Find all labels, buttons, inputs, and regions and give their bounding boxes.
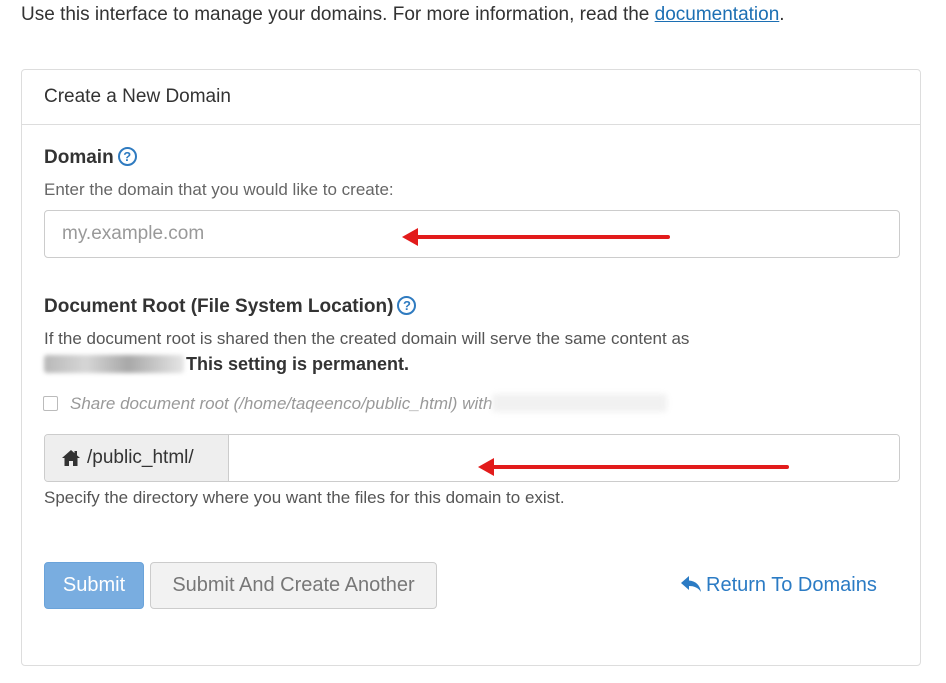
redacted-domain (44, 355, 184, 373)
document-root-input-group: /public_html/ (44, 434, 900, 482)
document-root-permanent-note: This setting is permanent. (44, 354, 409, 375)
domain-label-text: Domain (44, 147, 114, 168)
document-root-help-text: Specify the directory where you want the… (44, 488, 565, 507)
document-root-prefix: /public_html/ (45, 435, 229, 481)
document-root-label: Document Root (File System Location)? (44, 296, 417, 318)
document-root-input[interactable] (229, 435, 899, 481)
prefix-text: /public_html/ (87, 447, 194, 468)
help-icon[interactable]: ? (397, 296, 417, 315)
annotation-arrow (478, 458, 789, 476)
permanent-text: This setting is permanent. (186, 354, 410, 374)
domain-hint: Enter the domain that you would like to … (44, 180, 394, 199)
submit-and-create-another-button[interactable]: Submit And Create Another (150, 562, 437, 609)
return-link-text: Return To Domains (706, 574, 877, 596)
home-icon (62, 450, 80, 466)
submit-button[interactable]: Submit (44, 562, 144, 609)
reply-arrow-icon (681, 576, 701, 592)
intro-text: Use this interface to manage your domain… (21, 4, 785, 26)
domain-input[interactable] (44, 210, 900, 258)
intro-period: . (779, 4, 785, 25)
domain-label: Domain? (44, 147, 137, 169)
share-docroot-label: Share document root (/home/taqeenco/publ… (70, 394, 493, 413)
annotation-arrow (402, 228, 670, 246)
help-icon[interactable]: ? (117, 147, 137, 166)
return-to-domains-link[interactable]: Return To Domains (680, 574, 877, 597)
panel-heading: Create a New Domain (22, 70, 920, 125)
document-root-label-text: Document Root (File System Location) (44, 296, 394, 317)
share-docroot-row[interactable]: Share document root (/home/taqeenco/publ… (43, 394, 668, 414)
intro-sentence: Use this interface to manage your domain… (21, 4, 655, 25)
documentation-link[interactable]: documentation (655, 4, 780, 25)
share-docroot-checkbox[interactable] (43, 396, 58, 411)
redacted-domain (492, 394, 668, 412)
document-root-description: If the document root is shared then the … (44, 329, 690, 348)
